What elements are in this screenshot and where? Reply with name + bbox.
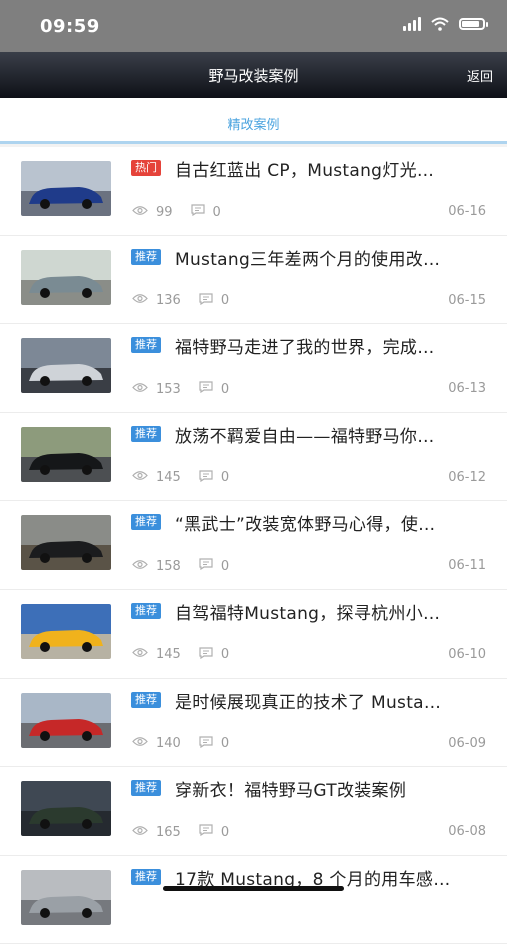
list-item[interactable]: 推荐 Mustang三年差两个月的使用改… 136 0 06-15: [0, 236, 507, 325]
recommend-badge: 推荐: [131, 337, 161, 354]
eye-icon: [132, 647, 148, 662]
article-thumbnail: [21, 781, 111, 837]
article-title: “黑武士”改装宽体野马心得，使…: [175, 515, 436, 536]
article-thumbnail: [21, 338, 111, 394]
article-thumbnail: [21, 692, 111, 748]
comment-icon: [199, 647, 213, 663]
tab-bar: 精改案例: [0, 98, 507, 144]
view-count: 140: [156, 736, 181, 752]
comment-icon: [199, 558, 213, 574]
eye-icon: [132, 825, 148, 840]
eye-icon: [132, 205, 148, 220]
list-item[interactable]: 推荐 是时候展现真正的技术了 Musta… 140 0 06-09: [0, 679, 507, 768]
view-count: 145: [156, 470, 181, 486]
eye-icon: [132, 382, 148, 397]
eye-icon: [132, 470, 148, 485]
view-count: 99: [156, 204, 173, 220]
article-meta: 145 0: [132, 647, 247, 663]
hot-badge: 热门: [131, 160, 161, 176]
list-item[interactable]: 推荐 放荡不羁爱自由——福特野马你… 145 0 06-12: [0, 413, 507, 502]
list-item[interactable]: 热门 自古红蓝出 CP，Mustang灯光… 99 0 06-16: [0, 147, 507, 236]
article-date: 06-10: [448, 646, 486, 662]
status-bar: 09:59: [0, 0, 507, 52]
comment-count: 0: [212, 204, 221, 220]
list-item[interactable]: 推荐 自驾福特Mustang，探寻杭州小… 145 0 06-10: [0, 590, 507, 679]
list-item[interactable]: 推荐 “黑武士”改装宽体野马心得，使… 158 0 06-11: [0, 501, 507, 590]
article-date: 06-12: [448, 469, 486, 485]
article-date: 06-11: [448, 558, 486, 574]
back-button[interactable]: 返回: [467, 66, 493, 85]
wifi-icon: [431, 17, 449, 31]
comment-icon: [199, 470, 213, 486]
article-title: 是时候展现真正的技术了 Musta…: [175, 692, 442, 713]
recommend-badge: 推荐: [131, 514, 161, 531]
view-count: 153: [156, 381, 181, 397]
article-meta: 158 0: [132, 558, 247, 574]
article-meta: 145 0: [132, 470, 247, 486]
article-title: 自古红蓝出 CP，Mustang灯光…: [175, 161, 435, 181]
article-meta: 165 0: [132, 824, 247, 840]
list-item[interactable]: 推荐 福特野马走进了我的世界，完成… 153 0 06-13: [0, 324, 507, 413]
article-date: 06-08: [448, 824, 486, 840]
article-meta: 153 0: [132, 381, 247, 397]
article-title: 福特野马走进了我的世界，完成…: [175, 338, 435, 359]
comment-icon: [199, 381, 213, 397]
article-thumbnail: [21, 249, 111, 305]
battery-icon: [459, 18, 488, 30]
article-date: 06-16: [448, 204, 486, 219]
recommend-badge: 推荐: [131, 868, 161, 885]
article-title: 放荡不羁爱自由——福特野马你…: [175, 426, 435, 447]
comment-icon: [199, 824, 213, 840]
recommend-badge: 推荐: [131, 780, 161, 797]
view-count: 136: [156, 293, 181, 309]
home-indicator: [163, 886, 344, 891]
article-thumbnail: [21, 426, 111, 482]
eye-icon: [132, 559, 148, 574]
comment-count: 0: [220, 293, 230, 309]
comment-count: 0: [220, 647, 230, 663]
nav-bar: 野马改装案例 返回: [0, 52, 507, 98]
article-thumbnail: [21, 515, 111, 571]
tab-modified-cases[interactable]: 精改案例: [0, 114, 507, 133]
comment-icon: [199, 735, 213, 752]
article-title: 穿新衣！福特野马GT改装案例: [175, 781, 407, 802]
article-meta: 140 0: [132, 735, 247, 752]
status-icons: [403, 17, 488, 31]
comment-count: 0: [220, 381, 230, 397]
comment-icon: [199, 292, 213, 309]
signal-icon: [403, 17, 421, 31]
recommend-badge: 推荐: [131, 602, 161, 619]
comment-count: 0: [220, 736, 230, 752]
comment-count: 0: [220, 558, 230, 574]
recommend-badge: 推荐: [131, 248, 161, 265]
recommend-badge: 推荐: [131, 691, 161, 708]
view-count: 165: [156, 824, 181, 840]
recommend-badge: 推荐: [131, 425, 161, 442]
article-meta: 99 0: [132, 204, 239, 220]
status-time: 09:59: [40, 16, 100, 37]
article-thumbnail: [21, 869, 111, 925]
comment-count: 0: [220, 470, 230, 486]
article-date: 06-15: [448, 292, 486, 308]
article-date: 06-13: [448, 381, 486, 397]
comment-count: 0: [220, 824, 230, 840]
article-list: 热门 自古红蓝出 CP，Mustang灯光… 99 0 06-16 推荐 Mus…: [0, 147, 507, 944]
eye-icon: [132, 736, 148, 751]
article-thumbnail: [21, 161, 111, 216]
comment-icon: [190, 204, 205, 220]
article-title: Mustang三年差两个月的使用改…: [175, 249, 441, 270]
list-item[interactable]: 推荐 穿新衣！福特野马GT改装案例 165 0 06-08: [0, 767, 507, 856]
article-thumbnail: [21, 603, 111, 659]
article-title: 自驾福特Mustang，探寻杭州小…: [175, 603, 441, 624]
view-count: 145: [156, 647, 181, 663]
eye-icon: [132, 293, 148, 308]
article-date: 06-09: [448, 735, 486, 751]
article-meta: 136 0: [132, 292, 247, 309]
page-title: 野马改装案例: [208, 67, 299, 85]
view-count: 158: [156, 558, 181, 574]
